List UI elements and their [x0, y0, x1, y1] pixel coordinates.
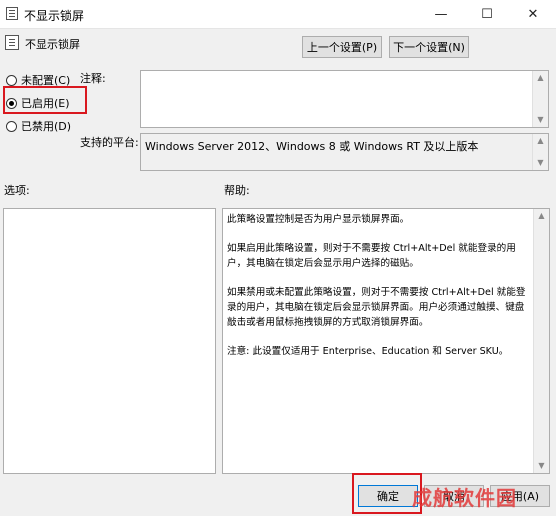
previous-setting-button[interactable]: 上一个设置(P) — [302, 36, 382, 58]
help-paragraph: 注意: 此设置仅适用于 Enterprise、Education 和 Serve… — [227, 346, 509, 357]
platform-value-box: Windows Server 2012、Windows 8 或 Windows … — [140, 133, 549, 171]
help-paragraph: 如果禁用或未配置此策略设置，则对于不需要按 Ctrl+Alt+Del 就能登录的… — [227, 287, 526, 328]
options-panel — [3, 208, 216, 474]
scroll-down-icon[interactable]: ▼ — [534, 459, 549, 473]
comment-label: 注释: — [80, 72, 106, 85]
policy-app-icon — [6, 7, 18, 20]
scroll-down-icon[interactable]: ▼ — [533, 156, 548, 170]
close-button[interactable]: ✕ — [510, 0, 556, 28]
minimize-icon: — — [434, 6, 448, 22]
close-icon: ✕ — [527, 6, 539, 22]
next-setting-button[interactable]: 下一个设置(N) — [389, 36, 469, 58]
title-bar: 不显示锁屏 — ☐ ✕ — [0, 0, 556, 29]
scroll-down-icon[interactable]: ▼ — [533, 113, 548, 127]
scroll-up-icon[interactable]: ▲ — [533, 71, 548, 85]
platform-scrollbar[interactable]: ▲ ▼ — [532, 134, 548, 170]
options-label: 选项: — [4, 184, 30, 197]
platform-label: 支持的平台: — [80, 136, 139, 149]
radio-circle[interactable] — [6, 120, 17, 132]
help-text: 此策略设置控制是否为用户显示锁屏界面。 如果启用此策略设置，则对于不需要按 Ct… — [223, 209, 531, 376]
help-panel: 此策略设置控制是否为用户显示锁屏界面。 如果启用此策略设置，则对于不需要按 Ct… — [222, 208, 550, 474]
radio-circle[interactable] — [6, 74, 17, 86]
help-paragraph: 如果启用此策略设置，则对于不需要按 Ctrl+Alt+Del 就能登录的用户，其… — [227, 243, 516, 269]
help-label: 帮助: — [224, 184, 250, 197]
scroll-up-icon[interactable]: ▲ — [534, 209, 549, 223]
help-scrollbar[interactable]: ▲ ▼ — [533, 209, 549, 473]
policy-setting-icon — [5, 35, 19, 50]
help-paragraph: 此策略设置控制是否为用户显示锁屏界面。 — [227, 214, 410, 225]
radio-disabled[interactable]: 已禁用(D) — [6, 118, 71, 134]
comment-textarea[interactable]: ▲ ▼ — [140, 70, 549, 128]
radio-label: 已禁用(D) — [21, 120, 72, 133]
platform-value: Windows Server 2012、Windows 8 或 Windows … — [145, 140, 479, 153]
policy-name: 不显示锁屏 — [25, 38, 80, 51]
enabled-highlight-box — [3, 86, 87, 114]
maximize-button[interactable]: ☐ — [464, 0, 510, 28]
comment-scrollbar[interactable]: ▲ ▼ — [532, 71, 548, 127]
window-title: 不显示锁屏 — [24, 9, 85, 23]
scroll-up-icon[interactable]: ▲ — [533, 134, 548, 148]
minimize-button[interactable]: — — [418, 0, 464, 28]
maximize-icon: ☐ — [481, 6, 493, 22]
watermark-text: 成航软件园 — [412, 486, 517, 510]
